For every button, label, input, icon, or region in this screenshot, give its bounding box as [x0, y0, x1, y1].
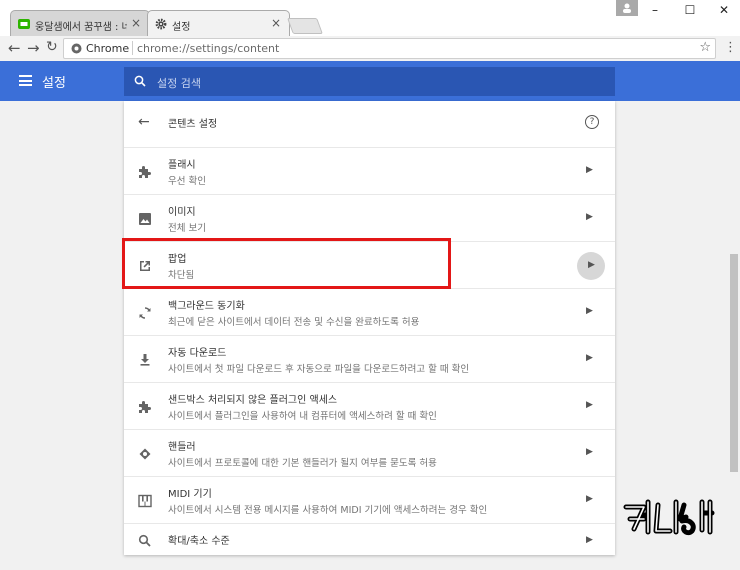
puzzle-icon: [139, 401, 151, 413]
card-header: ← 콘텐츠 설정 ?: [124, 101, 615, 147]
row-title: 이미지: [168, 207, 196, 218]
gear-icon: [155, 18, 167, 30]
row-automatic-downloads[interactable]: 자동 다운로드 사이트에서 첫 파일 다운로드 후 자동으로 파일을 다운로드하…: [124, 335, 615, 382]
highlight-box: [122, 238, 451, 289]
row-subtitle: 사이트에서 시스템 전용 메시지를 사용하여 MIDI 기기에 액세스하려는 경…: [168, 505, 488, 516]
bookmark-star-icon[interactable]: ☆: [699, 40, 711, 55]
close-window-button[interactable]: ✕: [714, 3, 734, 17]
download-icon: [140, 354, 150, 366]
title-bar: 웅달샘에서 꿈꾸샘 : 네이 × 설정 × – ☐ ✕: [0, 0, 740, 37]
reload-button[interactable]: ↻: [46, 39, 58, 55]
row-subtitle: 최근에 닫은 사이트에서 데이터 전송 및 수신을 완료하도록 허용: [168, 317, 420, 328]
row-title: 플래시: [168, 160, 196, 171]
row-title: 핸들러: [168, 442, 196, 453]
chevron-right-icon: ▶: [586, 306, 593, 316]
help-icon[interactable]: ?: [585, 115, 599, 129]
sync-icon: [139, 307, 151, 319]
row-background-sync[interactable]: 백그라운드 동기화 최근에 닫은 사이트에서 데이터 전송 및 수신을 완료하도…: [124, 288, 615, 335]
settings-header: 설정 설정 검색: [0, 61, 740, 101]
row-title: MIDI 기기: [168, 489, 212, 500]
forward-button[interactable]: →: [27, 39, 40, 57]
chevron-right-icon: ▶: [586, 400, 593, 410]
tab-title: 설정: [172, 22, 191, 33]
row-flash[interactable]: 플래시 우선 확인 ▶: [124, 147, 615, 194]
chevron-right-icon: ▶: [586, 165, 593, 175]
row-subtitle: 전체 보기: [168, 223, 206, 234]
site-label: Chrome: [86, 42, 130, 55]
menu-icon[interactable]: ⋮: [724, 40, 737, 55]
row-subtitle: 우선 확인: [168, 176, 206, 187]
row-title: 확대/축소 수준: [168, 536, 230, 547]
zoom-icon: [138, 534, 151, 547]
new-tab-button[interactable]: [287, 18, 323, 34]
chevron-right-icon: ▶: [586, 212, 593, 222]
chevron-right-icon: ▶: [586, 447, 593, 457]
row-subtitle: 사이트에서 플러그인을 사용하여 내 컴퓨터에 액세스하려 할 때 확인: [168, 411, 437, 422]
browser-toolbar: ← → ↻ Chrome chrome://settings/content ☆…: [0, 36, 740, 62]
naver-blog-icon: [18, 19, 30, 29]
tab-blog[interactable]: 웅달샘에서 꿈꾸샘 : 네이 ×: [10, 10, 150, 37]
image-icon: [139, 213, 151, 225]
search-input[interactable]: 설정 검색: [124, 67, 615, 96]
profile-icon[interactable]: [616, 0, 638, 16]
search-placeholder: 설정 검색: [157, 77, 201, 90]
back-button[interactable]: ←: [8, 39, 21, 57]
chevron-right-icon: ▶: [577, 252, 605, 280]
maximize-button[interactable]: ☐: [680, 3, 700, 17]
divider: [132, 41, 133, 55]
minimize-button[interactable]: –: [645, 3, 665, 17]
row-zoom-levels[interactable]: 확대/축소 수준 ▶: [124, 523, 615, 570]
row-title: 백그라운드 동기화: [168, 301, 245, 312]
row-midi-devices[interactable]: MIDI 기기 사이트에서 시스템 전용 메시지를 사용하여 MIDI 기기에 …: [124, 476, 615, 523]
scrollbar-thumb[interactable]: [730, 254, 738, 472]
tab-settings[interactable]: 설정 ×: [147, 10, 290, 37]
row-handlers[interactable]: 핸들러 사이트에서 프로토콜에 대한 기본 핸들러가 될지 여부를 묻도록 허용…: [124, 429, 615, 476]
row-title: 자동 다운로드: [168, 348, 227, 359]
hamburger-menu-icon[interactable]: [19, 75, 32, 86]
piano-icon: [138, 494, 152, 508]
chevron-right-icon: ▶: [586, 494, 593, 504]
content-settings-card: ← 콘텐츠 설정 ? 플래시 우선 확인 ▶ 이미지 전체 보기 ▶ 팝업 차단…: [124, 101, 615, 555]
close-icon[interactable]: ×: [271, 16, 281, 30]
url-text[interactable]: chrome://settings/content: [137, 42, 279, 55]
chevron-right-icon: ▶: [586, 535, 593, 545]
signature-watermark: [623, 499, 715, 536]
chevron-right-icon: ▶: [586, 353, 593, 363]
close-icon[interactable]: ×: [131, 16, 141, 30]
back-arrow-icon[interactable]: ←: [138, 114, 150, 130]
search-icon: [134, 75, 146, 87]
row-subtitle: 사이트에서 프로토콜에 대한 기본 핸들러가 될지 여부를 묻도록 허용: [168, 458, 437, 469]
puzzle-icon: [139, 166, 151, 178]
handler-icon: [139, 448, 151, 460]
card-title: 콘텐츠 설정: [168, 119, 218, 130]
address-bar[interactable]: Chrome chrome://settings/content ☆: [63, 38, 716, 59]
page-title: 설정: [42, 76, 66, 91]
row-images[interactable]: 이미지 전체 보기 ▶: [124, 194, 615, 241]
row-subtitle: 사이트에서 첫 파일 다운로드 후 자동으로 파일을 다운로드하려고 할 때 확…: [168, 364, 470, 375]
row-title: 샌드박스 처리되지 않은 플러그인 액세스: [168, 395, 338, 406]
chrome-icon: [71, 43, 82, 54]
row-unsandboxed-plugins[interactable]: 샌드박스 처리되지 않은 플러그인 액세스 사이트에서 플러그인을 사용하여 내…: [124, 382, 615, 429]
tab-title: 웅달샘에서 꿈꾸샘 : 네이: [35, 22, 127, 33]
